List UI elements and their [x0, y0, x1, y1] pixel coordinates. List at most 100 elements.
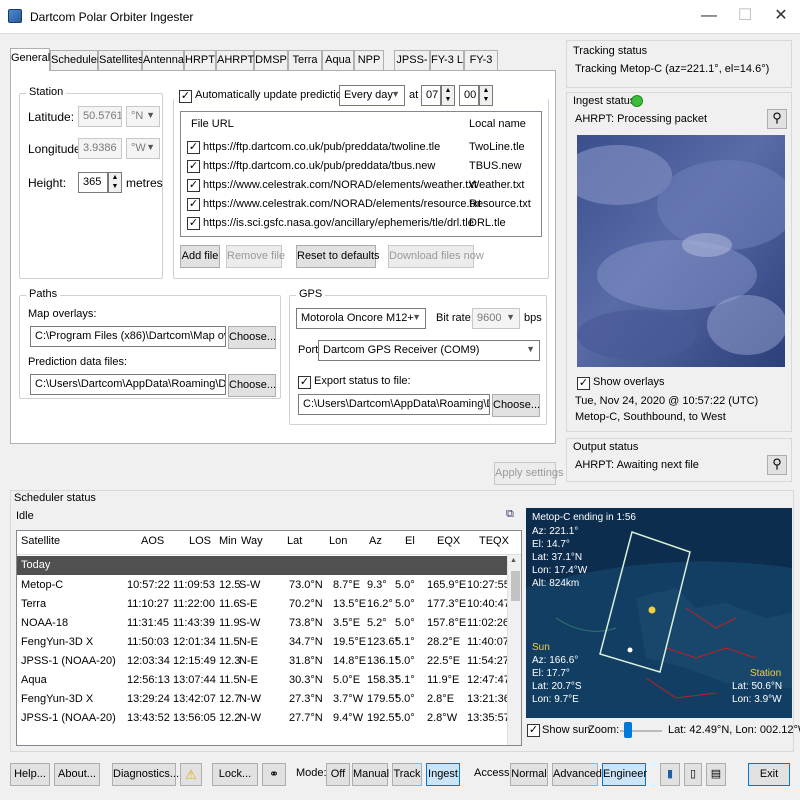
tab-terra[interactable]: Terra: [288, 50, 322, 70]
search-icon[interactable]: ⚲: [767, 109, 787, 129]
log-icon[interactable]: ▤: [706, 763, 726, 786]
choose-export-path-button[interactable]: Choose...: [492, 394, 540, 417]
list-item[interactable]: ✓ https://is.sci.gsfc.nasa.gov/ancillary…: [181, 214, 541, 233]
show-overlays-label: Show overlays: [593, 376, 665, 388]
add-file-button[interactable]: Add file: [180, 245, 220, 268]
show-sun-checkbox[interactable]: ✓: [527, 724, 540, 737]
padlock-icon[interactable]: ⚭: [262, 763, 286, 786]
height-unit: metres: [126, 176, 163, 190]
gps-port-select[interactable]: Dartcom GPS Receiver (COM9) ▼: [318, 340, 540, 361]
output-status-title: Output status: [573, 441, 639, 453]
maximize-button[interactable]: ☐: [730, 6, 760, 28]
mode-track-button[interactable]: Track: [392, 763, 422, 786]
about-button[interactable]: About...: [54, 763, 100, 786]
local-name-column-header: Local name: [469, 118, 526, 130]
height-spinner[interactable]: ▲ ▼: [108, 172, 122, 193]
diagnostics-button[interactable]: Diagnostics...: [112, 763, 179, 786]
station-group: Station Latitude: 50.5761 °N ▼ Longitude:…: [19, 86, 163, 279]
ingest-time: Tue, Nov 24, 2020 @ 10:57:22 (UTC): [575, 395, 759, 407]
list-item[interactable]: ✓ https://www.celestrak.com/NORAD/elemen…: [181, 176, 541, 195]
latitude-label: Latitude:: [28, 110, 75, 124]
table-scrollbar[interactable]: ▲: [507, 555, 521, 745]
file-enabled-checkbox[interactable]: ✓: [187, 217, 200, 230]
map-overlays-input[interactable]: C:\Program Files (x86)\Dartcom\Map overl…: [30, 326, 226, 347]
bit-rate-select[interactable]: 9600 ▼: [472, 308, 520, 329]
mode-off-button[interactable]: Off: [326, 763, 350, 786]
gps-group: GPS Motorola Oncore M12+ ▼ Bit rate: 9600…: [289, 288, 547, 425]
schedule-table-header: Satellite AOS LOS Min Way Lat Lon Az El …: [17, 531, 521, 555]
search-icon[interactable]: ⚲: [767, 455, 787, 475]
tab-jpss-1[interactable]: JPSS-1: [394, 50, 430, 84]
zoom-slider-handle[interactable]: [624, 722, 632, 738]
file-enabled-checkbox[interactable]: ✓: [187, 160, 200, 173]
tab-fy-3-x[interactable]: FY-3 X: [464, 50, 498, 84]
latitude-direction-select[interactable]: °N ▼: [126, 106, 160, 127]
download-files-button[interactable]: Download files now: [388, 245, 484, 268]
tab-npp[interactable]: NPP: [354, 50, 384, 70]
table-row[interactable]: NOAA-18 11:31:45 11:43:39 11.9 S-W 73.8°N 3.5°…: [17, 614, 509, 633]
longitude-input[interactable]: 3.9386: [78, 138, 122, 159]
prediction-data-input[interactable]: C:\Users\Dartcom\AppData\Roaming\Dartcom…: [30, 374, 226, 395]
tab-satellites[interactable]: Satellites: [98, 50, 144, 70]
access-advanced-button[interactable]: Advanced: [552, 763, 602, 786]
window-title: Dartcom Polar Orbiter Ingester: [30, 10, 194, 24]
access-normal-button[interactable]: Normal: [510, 763, 548, 786]
file-enabled-checkbox[interactable]: ✓: [187, 141, 200, 154]
title-bar: Dartcom Polar Orbiter Ingester — ☐ ✕: [0, 0, 800, 34]
chart-icon[interactable]: ▮: [660, 763, 680, 786]
table-row[interactable]: FengYun-3D X 11:50:03 12:01:34 11.5 N-E 34.7°…: [17, 633, 509, 652]
choose-map-overlays-button[interactable]: Choose...: [228, 326, 276, 349]
longitude-direction-select[interactable]: °W ▼: [126, 138, 160, 159]
table-row[interactable]: Aqua 12:56:13 13:07:44 11.5 N-E 30.3°N 5.0°E 15…: [17, 671, 510, 690]
help-button[interactable]: Help...: [10, 763, 50, 786]
chevron-down-icon: ▼: [146, 110, 155, 120]
choose-prediction-path-button[interactable]: Choose...: [228, 374, 276, 397]
table-row[interactable]: FengYun-3D X 13:29:24 13:42:07 12.7 N-W 27.3°…: [17, 690, 510, 709]
table-row[interactable]: JPSS-1 (NOAA-20) 13:43:52 13:56:05 12.2 N-W 2…: [17, 709, 510, 728]
table-row[interactable]: Terra 11:10:27 11:22:00 11.6 S-E 70.2°N 13.5°E…: [17, 595, 510, 614]
satellite-tracking-map[interactable]: Metop-C ending in 1:56 Az: 221.1° El: 14…: [526, 508, 792, 718]
list-item[interactable]: ✓ https://ftp.dartcom.co.uk/pub/preddata…: [181, 138, 541, 157]
lock-button[interactable]: Lock...: [212, 763, 258, 786]
tab-ahrpt[interactable]: AHRPT: [216, 50, 254, 70]
file-url-column-header: File URL: [191, 118, 234, 130]
zoom-slider[interactable]: [620, 722, 662, 738]
minimize-button[interactable]: —: [694, 6, 724, 28]
close-button[interactable]: ✕: [766, 6, 796, 28]
warning-icon[interactable]: ⚠: [180, 763, 202, 786]
clipboard-icon[interactable]: ▯: [684, 763, 702, 786]
scrollbar-thumb[interactable]: [511, 571, 520, 601]
tab-dmsp[interactable]: DMSP: [254, 50, 288, 70]
gps-device-select[interactable]: Motorola Oncore M12+ ▼: [296, 308, 426, 329]
tab-general[interactable]: General: [10, 48, 50, 71]
export-status-input[interactable]: C:\Users\Dartcom\AppData\Roaming\Dartcom…: [298, 394, 490, 415]
reset-to-defaults-button[interactable]: Reset to defaults: [296, 245, 380, 268]
tab-fy-3-l[interactable]: FY-3 L: [430, 50, 464, 70]
access-engineer-button[interactable]: Engineer: [602, 763, 647, 786]
mode-ingest-button[interactable]: Ingest: [426, 763, 460, 786]
list-item[interactable]: ✓ https://ftp.dartcom.co.uk/pub/preddata…: [181, 157, 541, 176]
tab-aqua[interactable]: Aqua: [322, 50, 354, 70]
copy-icon[interactable]: ⧉: [506, 508, 520, 522]
tab-scheduler[interactable]: Scheduler: [50, 50, 101, 70]
height-input[interactable]: 365: [78, 172, 108, 193]
latitude-input[interactable]: 50.5761: [78, 106, 122, 127]
exit-button[interactable]: Exit: [748, 763, 790, 786]
tab-hrpt[interactable]: HRPT: [184, 50, 216, 70]
satellite-image: [577, 135, 785, 367]
export-status-checkbox[interactable]: ✓: [298, 376, 311, 389]
status-ok-icon: [631, 95, 643, 107]
file-enabled-checkbox[interactable]: ✓: [187, 198, 200, 211]
remove-file-button[interactable]: Remove file: [226, 245, 285, 268]
table-row[interactable]: Metop-C 10:57:22 11:09:53 12.5 S-W 73.0°N 8.7°…: [17, 576, 510, 595]
table-row[interactable]: JPSS-1 (NOAA-20) 12:03:34 12:15:49 12.3 N-E 3…: [17, 652, 509, 671]
tab-antenna[interactable]: Antenna: [142, 50, 184, 70]
show-overlays-checkbox[interactable]: ✓: [577, 377, 590, 390]
list-item[interactable]: ✓ https://www.celestrak.com/NORAD/elemen…: [181, 195, 541, 214]
file-enabled-checkbox[interactable]: ✓: [187, 179, 200, 192]
mode-manual-button[interactable]: Manual: [352, 763, 389, 786]
chevron-up-icon[interactable]: ▲: [510, 557, 520, 567]
prediction-file-list[interactable]: File URL Local name ✓ https://ftp.dartco…: [180, 111, 542, 237]
apply-settings-button[interactable]: Apply settings: [494, 462, 563, 485]
schedule-table[interactable]: Satellite AOS LOS Min Way Lat Lon Az El …: [16, 530, 522, 746]
